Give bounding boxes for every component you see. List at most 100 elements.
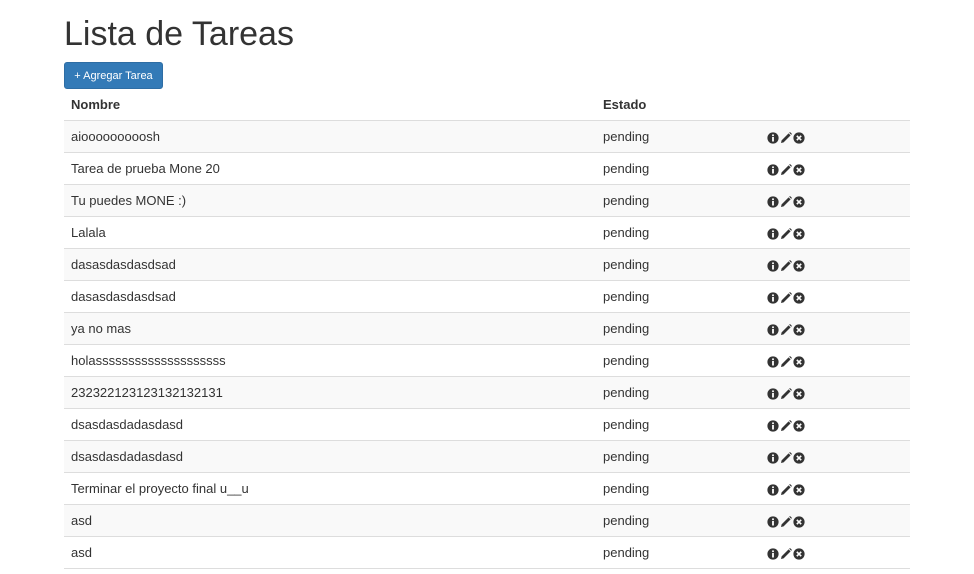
column-header-actions bbox=[762, 89, 910, 121]
column-header-name: Nombre bbox=[64, 89, 596, 121]
table-row: ya no mas pending bbox=[64, 312, 910, 345]
task-actions bbox=[762, 248, 910, 281]
info-icon[interactable] bbox=[767, 419, 779, 432]
task-status: pending bbox=[596, 504, 762, 537]
task-status: pending bbox=[596, 408, 762, 441]
table-row: dsasdasdadasdasd pending bbox=[64, 408, 910, 441]
info-icon[interactable] bbox=[767, 227, 779, 240]
pencil-icon[interactable] bbox=[780, 355, 792, 368]
task-status: pending bbox=[596, 184, 762, 217]
remove-icon[interactable] bbox=[793, 259, 805, 272]
info-icon[interactable] bbox=[767, 515, 779, 528]
task-name: Terminar el proyecto final u__u bbox=[64, 472, 596, 505]
task-actions bbox=[762, 504, 910, 537]
info-icon[interactable] bbox=[767, 131, 779, 144]
task-name: aiooooooooosh bbox=[64, 120, 596, 153]
pencil-icon[interactable] bbox=[780, 195, 792, 208]
table-row: Terminar el proyecto final u__u pending bbox=[64, 472, 910, 505]
task-status: pending bbox=[596, 280, 762, 313]
pencil-icon[interactable] bbox=[780, 547, 792, 560]
task-status: pending bbox=[596, 472, 762, 505]
table-row: Tu puedes MONE :) pending bbox=[64, 184, 910, 217]
info-icon[interactable] bbox=[767, 291, 779, 304]
info-icon[interactable] bbox=[767, 483, 779, 496]
table-row: asd pending bbox=[64, 536, 910, 569]
info-icon[interactable] bbox=[767, 451, 779, 464]
info-icon[interactable] bbox=[767, 355, 779, 368]
task-actions bbox=[762, 216, 910, 249]
table-row: Lalala pending bbox=[64, 216, 910, 249]
task-actions bbox=[762, 376, 910, 409]
pencil-icon[interactable] bbox=[780, 515, 792, 528]
remove-icon[interactable] bbox=[793, 195, 805, 208]
pencil-icon[interactable] bbox=[780, 451, 792, 464]
task-name: Tarea de prueba Mone 20 bbox=[64, 152, 596, 185]
page-title: Lista de Tareas bbox=[64, 15, 294, 53]
task-name: dasasdasdasdsad bbox=[64, 280, 596, 313]
task-name: 232322123123132132131 bbox=[64, 376, 596, 409]
task-name: ya no mas bbox=[64, 312, 596, 345]
remove-icon[interactable] bbox=[793, 291, 805, 304]
task-actions bbox=[762, 120, 910, 153]
table-row: asd pending bbox=[64, 504, 910, 537]
table-body: aiooooooooosh pending Tarea de prueba Mone… bbox=[64, 120, 910, 569]
pencil-icon[interactable] bbox=[780, 323, 792, 336]
tasks-table: Nombre Estado aiooooooooosh pending Tarea … bbox=[64, 89, 910, 569]
task-status: pending bbox=[596, 536, 762, 569]
remove-icon[interactable] bbox=[793, 323, 805, 336]
column-header-status: Estado bbox=[596, 89, 762, 121]
task-actions bbox=[762, 408, 910, 441]
task-name: Tu puedes MONE :) bbox=[64, 184, 596, 217]
task-actions bbox=[762, 312, 910, 345]
pencil-icon[interactable] bbox=[780, 419, 792, 432]
info-icon[interactable] bbox=[767, 323, 779, 336]
task-name: asd bbox=[64, 536, 596, 569]
task-status: pending bbox=[596, 376, 762, 409]
task-name: asd bbox=[64, 504, 596, 537]
pencil-icon[interactable] bbox=[780, 291, 792, 304]
pencil-icon[interactable] bbox=[780, 131, 792, 144]
pencil-icon[interactable] bbox=[780, 387, 792, 400]
add-task-button[interactable]: + Agregar Tarea bbox=[64, 62, 163, 89]
remove-icon[interactable] bbox=[793, 131, 805, 144]
task-status: pending bbox=[596, 344, 762, 377]
table-header-row: Nombre Estado bbox=[64, 89, 910, 121]
task-status: pending bbox=[596, 120, 762, 153]
remove-icon[interactable] bbox=[793, 515, 805, 528]
info-icon[interactable] bbox=[767, 547, 779, 560]
table-row: 232322123123132132131 pending bbox=[64, 376, 910, 409]
task-status: pending bbox=[596, 152, 762, 185]
task-name: dsasdasdadasdasd bbox=[64, 408, 596, 441]
remove-icon[interactable] bbox=[793, 227, 805, 240]
table-row: holassssssssssssssssssss pending bbox=[64, 344, 910, 377]
pencil-icon[interactable] bbox=[780, 259, 792, 272]
remove-icon[interactable] bbox=[793, 163, 805, 176]
info-icon[interactable] bbox=[767, 259, 779, 272]
remove-icon[interactable] bbox=[793, 547, 805, 560]
remove-icon[interactable] bbox=[793, 355, 805, 368]
remove-icon[interactable] bbox=[793, 419, 805, 432]
info-icon[interactable] bbox=[767, 195, 779, 208]
pencil-icon[interactable] bbox=[780, 163, 792, 176]
task-actions bbox=[762, 152, 910, 185]
task-actions bbox=[762, 472, 910, 505]
task-actions bbox=[762, 536, 910, 569]
pencil-icon[interactable] bbox=[780, 483, 792, 496]
table-row: Tarea de prueba Mone 20 pending bbox=[64, 152, 910, 185]
page: Lista de Tareas + Agregar Tarea Nombre E… bbox=[0, 0, 974, 574]
table-row: dasasdasdasdsad pending bbox=[64, 280, 910, 313]
remove-icon[interactable] bbox=[793, 451, 805, 464]
task-actions bbox=[762, 440, 910, 473]
task-name: dsasdasdadasdasd bbox=[64, 440, 596, 473]
task-actions bbox=[762, 184, 910, 217]
table-row: aiooooooooosh pending bbox=[64, 120, 910, 153]
task-status: pending bbox=[596, 312, 762, 345]
table-row: dsasdasdadasdasd pending bbox=[64, 440, 910, 473]
pencil-icon[interactable] bbox=[780, 227, 792, 240]
remove-icon[interactable] bbox=[793, 483, 805, 496]
task-status: pending bbox=[596, 440, 762, 473]
remove-icon[interactable] bbox=[793, 387, 805, 400]
info-icon[interactable] bbox=[767, 163, 779, 176]
task-status: pending bbox=[596, 216, 762, 249]
info-icon[interactable] bbox=[767, 387, 779, 400]
